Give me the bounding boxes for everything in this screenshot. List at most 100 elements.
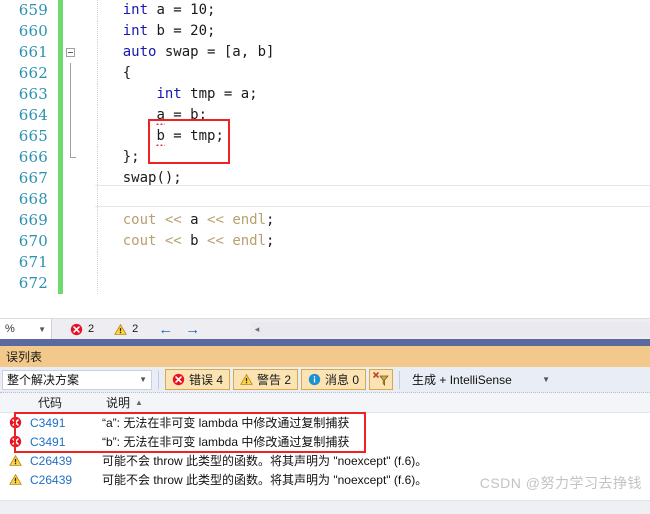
glyph-margin[interactable]: [63, 252, 79, 273]
code-token: };: [122, 149, 140, 165]
warning-icon: [8, 454, 22, 466]
code-token: b: [156, 128, 165, 144]
warning-icon: [8, 473, 22, 485]
code-token: int: [122, 23, 149, 39]
code-token: ;: [207, 2, 216, 18]
glyph-margin[interactable]: [63, 147, 79, 168]
glyph-margin[interactable]: [63, 21, 79, 42]
messages-filter-button[interactable]: 消息 0: [301, 369, 367, 390]
code-token: = tmp;: [164, 128, 224, 144]
collapse-region-icon[interactable]: [66, 48, 75, 57]
error-icon: [172, 373, 185, 386]
toolbar-separator: [158, 370, 159, 389]
line-number: 663: [18, 85, 48, 103]
glyph-margin[interactable]: [63, 105, 79, 126]
horizontal-scrollbar[interactable]: ◂: [250, 321, 650, 337]
code-editor[interactable]: 659 int a = 10; 660 int b = 20; 661 auto s…: [0, 0, 650, 318]
build-filter-dropdown[interactable]: 生成 + IntelliSense ▼: [406, 369, 557, 390]
code-token: ();: [156, 170, 182, 186]
line-number: 669: [18, 211, 48, 229]
errors-filter-label: 错误 4: [189, 373, 224, 387]
code-token: 10: [190, 2, 208, 18]
collapse-guide-line: [70, 84, 71, 105]
code-line[interactable]: 659 int a = 10;: [0, 0, 650, 21]
row-severity-icon: [0, 473, 30, 486]
code-line[interactable]: 671: [0, 252, 650, 273]
row-code[interactable]: C26439: [30, 473, 102, 487]
status-error-count[interactable]: 2: [70, 323, 94, 336]
code-line[interactable]: 672: [0, 273, 650, 294]
code-token: a: [190, 212, 199, 228]
table-row[interactable]: C3491 “a”: 无法在非可变 lambda 中修改通过复制捕获: [0, 413, 650, 432]
indent-guide: [97, 21, 98, 42]
code-line[interactable]: 663 int tmp = a;: [0, 84, 650, 105]
code-token: = b;: [164, 107, 208, 123]
error-list-column-headers[interactable]: 代码 说明 ▲: [0, 393, 650, 413]
error-list-toolbar[interactable]: 整个解决方案 ▼ 错误 4 警告 2 消息 0 生成 + IntelliSens…: [0, 367, 650, 393]
code-text: int tmp = a;: [79, 84, 650, 105]
code-separator-line: [95, 206, 650, 207]
next-error-button[interactable]: →: [185, 322, 200, 337]
column-header-description[interactable]: 说明 ▲: [106, 394, 650, 411]
row-code[interactable]: C3491: [30, 435, 102, 449]
error-icon: [70, 323, 83, 335]
table-row[interactable]: C3491 “b”: 无法在非可变 lambda 中修改通过复制捕获: [0, 432, 650, 451]
scope-filter-dropdown[interactable]: 整个解决方案 ▼: [2, 369, 152, 390]
code-separator-line: [95, 185, 650, 186]
warnings-filter-button[interactable]: 警告 2: [233, 369, 299, 390]
glyph-margin[interactable]: [63, 189, 79, 210]
glyph-margin[interactable]: [63, 231, 79, 252]
glyph-margin[interactable]: [63, 0, 79, 21]
column-header-code[interactable]: 代码: [38, 394, 106, 411]
glyph-margin[interactable]: [63, 210, 79, 231]
status-error-count-value: 2: [88, 323, 95, 335]
code-line[interactable]: 666 };: [0, 147, 650, 168]
code-token: endl: [232, 233, 267, 249]
collapse-guide-line: [70, 126, 71, 147]
zoom-level-value: %: [5, 323, 15, 335]
code-line[interactable]: 664 a = b;: [0, 105, 650, 126]
code-text: {: [79, 63, 650, 84]
code-token: int: [122, 2, 149, 18]
warning-icon: [240, 373, 253, 385]
code-token: auto: [122, 44, 157, 60]
row-code[interactable]: C3491: [30, 416, 102, 430]
panel-tab-row[interactable]: 误列表: [0, 346, 650, 367]
code-line[interactable]: 670 cout << b << endl;: [0, 231, 650, 252]
chevron-down-icon: ▼: [542, 375, 551, 384]
scroll-left-arrow-icon[interactable]: ◂: [250, 324, 264, 335]
code-line-list[interactable]: 659 int a = 10; 660 int b = 20; 661 auto s…: [0, 0, 650, 294]
indent-guide: [97, 42, 98, 63]
glyph-margin[interactable]: [63, 42, 79, 63]
status-warning-count[interactable]: 2: [114, 323, 138, 336]
zoom-level-dropdown[interactable]: % ▼: [0, 318, 52, 340]
watermark-text: CSDN @努力学习去挣钱: [479, 475, 642, 491]
code-token: a: [156, 107, 165, 123]
indent-guide: [97, 126, 98, 147]
editor-status-bar[interactable]: % ▼ 2 2 ← → ◂: [0, 318, 650, 340]
code-text: };: [79, 147, 650, 168]
code-token: tmp = a;: [181, 86, 258, 102]
errors-filter-button[interactable]: 错误 4: [165, 369, 231, 390]
indent-guide: [97, 147, 98, 168]
row-code[interactable]: C26439: [30, 454, 102, 468]
indent-guide: [97, 231, 98, 252]
code-line[interactable]: 665 b = tmp;: [0, 126, 650, 147]
code-line[interactable]: 662 {: [0, 63, 650, 84]
code-line[interactable]: 669 cout << a << endl;: [0, 210, 650, 231]
glyph-margin[interactable]: [63, 63, 79, 84]
glyph-margin[interactable]: [63, 273, 79, 294]
previous-error-button[interactable]: ←: [158, 322, 173, 337]
tab-error-list[interactable]: 误列表: [2, 348, 46, 365]
code-text: int a = 10;: [79, 0, 650, 21]
glyph-margin[interactable]: [63, 168, 79, 189]
code-token: ;: [207, 23, 216, 39]
clear-filter-button[interactable]: [369, 369, 394, 390]
code-line[interactable]: 660 int b = 20;: [0, 21, 650, 42]
code-line[interactable]: 661 auto swap = [a, b]: [0, 42, 650, 63]
glyph-margin[interactable]: [63, 84, 79, 105]
table-row[interactable]: C26439 可能不会 throw 此类型的函数。将其声明为 "noexcept"…: [0, 451, 650, 470]
glyph-margin[interactable]: [63, 126, 79, 147]
line-number: 659: [18, 1, 48, 19]
code-text: a = b;: [79, 105, 650, 126]
